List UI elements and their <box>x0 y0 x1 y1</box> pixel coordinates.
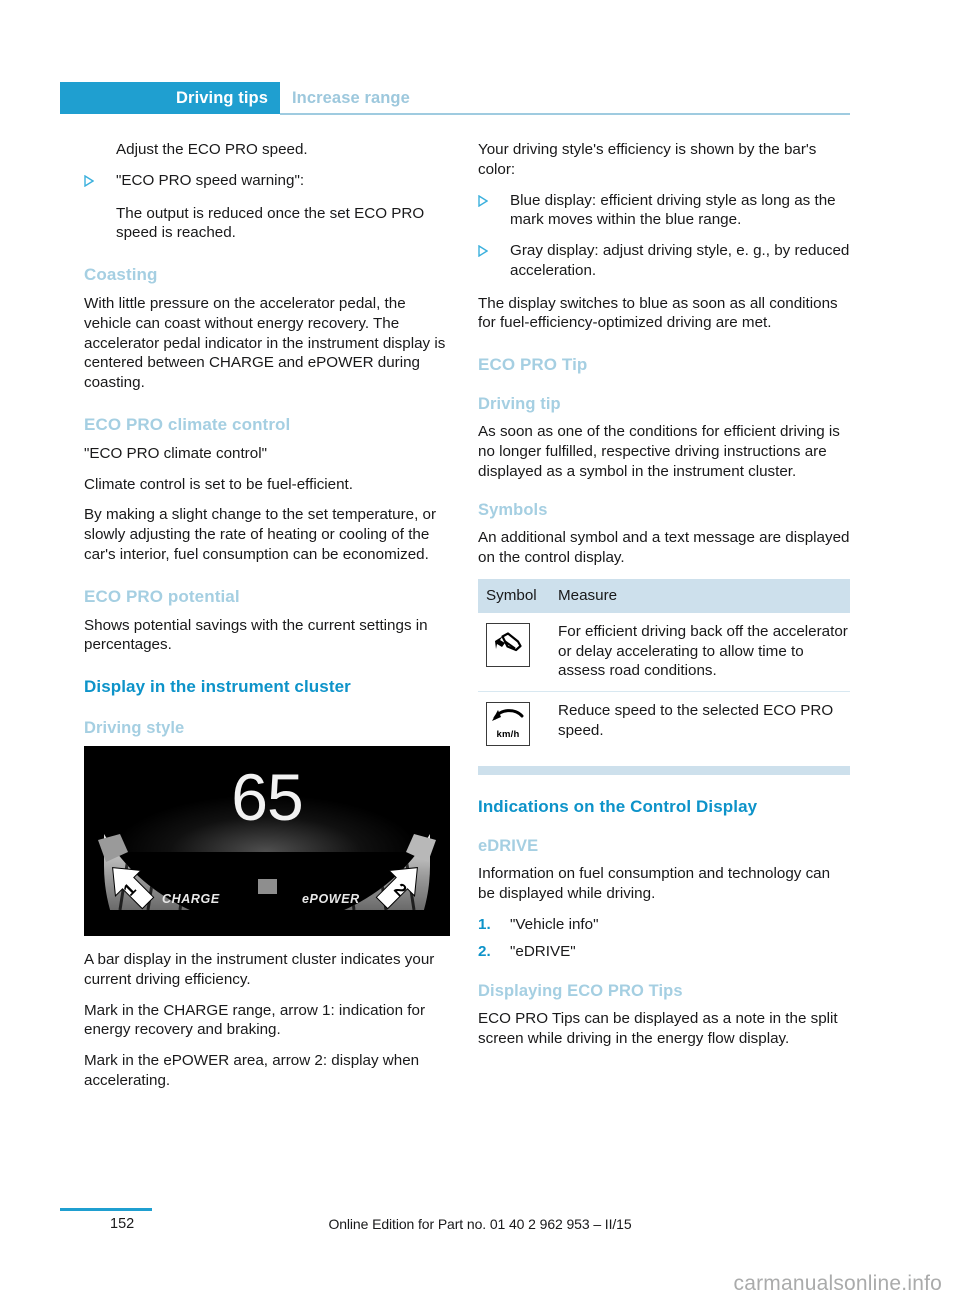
kmh-label: km/h <box>496 728 520 740</box>
tab-driving-tips-label: Driving tips <box>176 88 268 107</box>
measure-cell: Reduce speed to the selected ECO PRO spe… <box>550 691 850 756</box>
site-watermark: carmanualsonline.info <box>733 1272 942 1295</box>
speed-warning-detail: The output is reduced once the set ECO P… <box>116 204 425 242</box>
figure-caption-1: A bar display in the instrument cluster … <box>84 951 435 988</box>
bar-color-list: Blue display: efficient driving style as… <box>478 191 850 281</box>
heading-edrive: eDRIVE <box>478 837 539 855</box>
climate-line-2: Climate control is set to be fuel-effici… <box>84 475 353 493</box>
heading-eco-pro-potential: ECO PRO potential <box>84 586 240 606</box>
table-row: km/h Reduce speed to the selected ECO PR… <box>478 691 850 756</box>
list-item-label: Blue display: efficient driving style as… <box>510 191 836 229</box>
displaying-tips-body: ECO PRO Tips can be displayed as a note … <box>478 1010 838 1047</box>
list-item: Blue display: efficient driving style as… <box>478 191 850 231</box>
list-item-label: Gray display: adjust driving style, e. g… <box>510 242 850 279</box>
gauge-label-charge: CHARGE <box>162 892 220 906</box>
callout-arrow-2: 2 <box>372 858 426 914</box>
edrive-body: Information on fuel consumption and tech… <box>478 865 831 902</box>
list-item: "ECO PRO speed warning": <box>84 171 456 191</box>
speed-warning-list: "ECO PRO speed warning": <box>84 171 456 191</box>
tab-increase-range[interactable]: Increase range <box>292 82 410 114</box>
list-item: Gray display: adjust driving style, e. g… <box>478 241 850 281</box>
footer-accent-rule <box>60 1208 152 1211</box>
list-item: 1. "Vehicle info" <box>478 915 850 935</box>
triangle-bullet-icon <box>84 174 94 187</box>
continuation-text: Adjust the ECO PRO speed. <box>116 141 308 158</box>
list-item: 2. "eDRIVE" <box>478 942 850 962</box>
symbols-table: Symbol Measure For efficient driving bac… <box>478 578 850 756</box>
heading-coasting: Coasting <box>84 265 158 284</box>
list-item-label: "Vehicle info" <box>510 915 599 933</box>
table-header-symbol: Symbol <box>478 578 550 613</box>
page-header: Driving tips Increase range <box>60 82 850 115</box>
symbol-cell <box>478 613 550 692</box>
gauge-label-epower: ePOWER <box>302 892 360 906</box>
driving-tip-body: As soon as one of the conditions for eff… <box>478 423 840 480</box>
left-column: Adjust the ECO PRO speed. "ECO PRO speed… <box>84 140 456 1104</box>
instrument-cluster-figure: 65 CHARGE ePOWER 1 2 <box>84 746 450 936</box>
heading-display-in-instrument-cluster: Display in the instrument cluster <box>84 677 351 696</box>
bar-color-summary: The display switches to blue as soon as … <box>478 294 838 332</box>
table-header-measure: Measure <box>550 578 850 613</box>
triangle-bullet-icon <box>478 194 488 207</box>
step-number: 1. <box>478 915 491 933</box>
heading-eco-pro-climate-control: ECO PRO climate control <box>84 414 291 434</box>
coasting-body: With little pressure on the accelerator … <box>84 295 446 391</box>
right-column: Your driving style's efficiency is shown… <box>478 140 850 1062</box>
heading-driving-tip: Driving tip <box>478 395 561 413</box>
foot-off-accelerator-icon <box>486 622 530 667</box>
heading-indications-on-the-control-display: Indications on the Control Display <box>478 797 758 816</box>
symbols-intro: An additional symbol and a text message … <box>478 529 850 566</box>
measure-cell: For efficient driving back off the accel… <box>558 622 848 680</box>
callout-arrow-1: 1 <box>104 858 158 914</box>
list-item-label: "ECO PRO speed warning": <box>116 171 305 189</box>
edition-note: Online Edition for Part no. 01 40 2 962 … <box>328 1216 632 1232</box>
step-number: 2. <box>478 943 491 961</box>
heading-driving-style: Driving style <box>84 719 185 737</box>
edrive-steps-list: 1. "Vehicle info" 2. "eDRIVE" <box>478 915 850 963</box>
table-bottom-bar <box>478 766 850 775</box>
tab-driving-tips[interactable]: Driving tips <box>60 82 280 114</box>
header-divider <box>280 113 850 115</box>
heading-eco-pro-tip: ECO PRO Tip <box>478 355 588 374</box>
speed-readout: 65 <box>231 760 303 834</box>
potential-body: Shows potential savings with the current… <box>84 616 428 654</box>
bar-color-intro: Your driving style's efficiency is shown… <box>478 141 817 178</box>
reduce-speed-kmh-icon: km/h <box>486 702 530 746</box>
figure-caption-3: Mark in the ePOWER area, arrow 2: displa… <box>84 1052 420 1089</box>
climate-quote: "ECO PRO climate control" <box>84 444 267 462</box>
table-header-row: Symbol Measure <box>478 578 850 613</box>
climate-body: By making a slight change to the set tem… <box>84 506 437 563</box>
heading-displaying-eco-pro-tips: Displaying ECO PRO Tips <box>478 982 683 1000</box>
list-item-label: "eDRIVE" <box>510 943 576 961</box>
symbol-cell: km/h <box>478 691 550 756</box>
triangle-bullet-icon <box>478 245 488 257</box>
table-row: For efficient driving back off the accel… <box>478 613 850 692</box>
figure-caption-2: Mark in the CHARGE range, arrow 1: indic… <box>84 1001 426 1039</box>
tab-increase-range-label: Increase range <box>292 88 410 107</box>
heading-symbols: Symbols <box>478 501 548 520</box>
